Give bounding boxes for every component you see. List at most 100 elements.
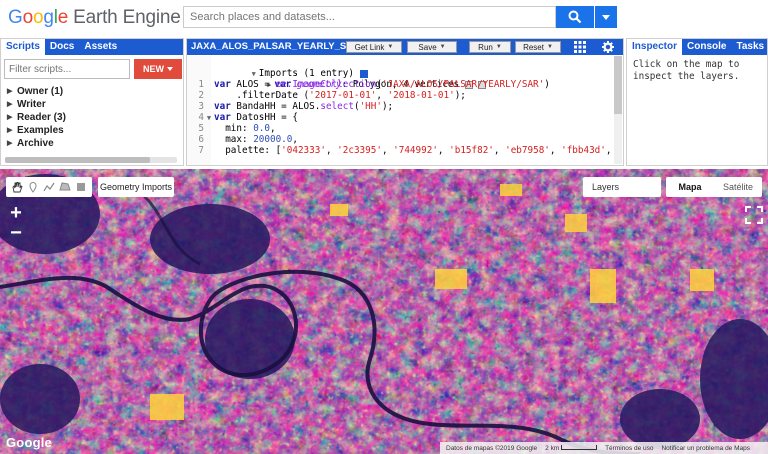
line-number: 1 (198, 79, 204, 90)
expand-arrow-icon: ▶ (7, 127, 13, 134)
zoom-out-button[interactable]: − (6, 223, 26, 244)
code-line[interactable]: 7 palette: ['042333', '2c3395', '744992'… (187, 145, 613, 156)
hand-icon[interactable] (11, 181, 23, 193)
tree-item-examples[interactable]: ▶ Examples (7, 124, 66, 137)
line-icon[interactable] (43, 181, 55, 193)
search-icon (568, 10, 582, 24)
code-token: var (214, 112, 237, 123)
layers-button[interactable]: Layers (583, 177, 661, 197)
tab-docs[interactable]: Docs (45, 39, 79, 55)
code-token: , (493, 145, 506, 156)
filter-scripts-input[interactable] (4, 59, 130, 79)
settings-button[interactable] (601, 40, 615, 54)
expand-arrow-icon: ▶ (7, 101, 13, 108)
chevron-down-icon: ▼ (439, 44, 446, 50)
tree-item-archive[interactable]: ▶ Archive (7, 137, 66, 150)
tab-inspector[interactable]: Inspector (627, 39, 683, 55)
geometry-import-line[interactable]: ▶ var geometry: Polygon, 4 vertices (187, 68, 613, 90)
code-token: '2017-01-01' (309, 90, 377, 101)
search-input[interactable] (183, 6, 556, 28)
code-token: , (292, 134, 298, 145)
gear-icon (602, 41, 614, 53)
scale-bar (561, 445, 598, 451)
expand-arrow-icon: ▶ (7, 140, 13, 147)
tree-item-reader[interactable]: ▶ Reader (3) (7, 111, 66, 124)
run-button[interactable]: Run ▼ (469, 41, 511, 53)
new-button[interactable]: NEW (134, 59, 182, 79)
scrollbar-thumb[interactable] (614, 56, 622, 114)
google-watermark: Google (6, 435, 52, 450)
code-line[interactable]: 4 ▼ var DatosHH = { (187, 112, 613, 123)
map-type-mapa[interactable]: Mapa (666, 177, 714, 197)
code-token: '744992' (393, 145, 438, 156)
code-token: palette: [ (214, 145, 282, 156)
chevron-down-icon (167, 67, 173, 71)
tab-tasks[interactable]: Tasks (731, 39, 767, 55)
new-button-label: NEW (143, 64, 164, 74)
code-token: , (376, 90, 388, 101)
scripts-panel: Scripts Docs Assets NEW ▶ Owner (1) ▶ Writ… (0, 38, 184, 166)
earth-engine-logo[interactable]: Google Earth Engine (8, 7, 181, 29)
map-view[interactable]: Geometry Imports Layers Mapa Satélite + … (0, 169, 768, 454)
polygon-icon[interactable] (59, 181, 71, 193)
search-dropdown-button[interactable] (595, 6, 617, 28)
code-area[interactable]: ▼ Imports (1 entry) ▶ var geometry: Polygo… (187, 56, 613, 165)
horizontal-scrollbar[interactable] (5, 157, 177, 163)
code-line[interactable]: 1 var ALOS = ee.ImageCollection('JAXA/ALO… (187, 79, 613, 90)
fullscreen-icon[interactable] (745, 206, 763, 224)
marker-icon[interactable] (27, 181, 39, 193)
reset-label: Reset (523, 42, 544, 52)
code-token: BandaHH = ALOS. (236, 101, 321, 112)
code-token: ) (544, 79, 550, 90)
script-file-tab[interactable]: JAXA_ALOS_PALSAR_YEARLY_SA... (187, 39, 372, 55)
tab-scripts[interactable]: Scripts (1, 39, 45, 55)
geometry-imports-button[interactable]: Geometry Imports (98, 177, 174, 197)
save-button[interactable]: Save ▼ (407, 41, 457, 53)
drawing-tools (6, 177, 92, 197)
tree-item-writer[interactable]: ▶ Writer (7, 98, 66, 111)
tree-item-label: Reader (3) (17, 112, 66, 123)
reset-button[interactable]: Reset ▼ (515, 41, 561, 53)
code-token: var (214, 101, 237, 112)
tree-item-label: Archive (17, 138, 54, 149)
scrollbar-thumb[interactable] (5, 157, 150, 163)
zoom-in-button[interactable]: + (6, 203, 26, 224)
code-token: 0.0 (253, 123, 270, 134)
search-button[interactable] (556, 6, 594, 28)
tab-assets[interactable]: Assets (79, 39, 122, 55)
tree-item-owner[interactable]: ▶ Owner (1) (7, 85, 66, 98)
tab-console[interactable]: Console (682, 39, 731, 55)
report-problem-link[interactable]: Notificar un problema de Maps (661, 445, 750, 452)
code-token: 20000.0 (253, 134, 293, 145)
editor-vertical-scrollbar[interactable] (614, 56, 622, 164)
imports-line[interactable]: ▼ Imports (1 entry) (187, 57, 613, 79)
code-line[interactable]: 3 var BandaHH = ALOS.select('HH'); (187, 101, 613, 112)
chevron-down-icon: ▼ (495, 44, 502, 50)
top-bar: Google Earth Engine (0, 0, 768, 36)
rectangle-icon[interactable] (75, 181, 87, 193)
code-token: select (320, 101, 354, 112)
scale-indicator[interactable]: 2 km (545, 445, 598, 452)
code-editor-panel: JAXA_ALOS_PALSAR_YEARLY_SA... Get Link ▼ … (186, 38, 624, 166)
line-number: 2 (198, 90, 204, 101)
code-line[interactable]: 2 .filterDate ('2017-01-01', '2018-01-01… (187, 90, 613, 101)
code-token: '042333' (281, 145, 326, 156)
apps-grid-button[interactable] (573, 40, 587, 54)
code-token: , (437, 145, 450, 156)
terms-link[interactable]: Términos de uso (605, 445, 653, 452)
inspector-panel: Inspector Console Tasks Click on the map… (626, 38, 768, 166)
filter-row: NEW (4, 59, 182, 79)
code-token: '2018-01-01' (387, 90, 455, 101)
run-label: Run (478, 42, 493, 52)
code-line[interactable]: 5 min: 0.0, (187, 123, 613, 134)
code-token: 'eb7958' (505, 145, 550, 156)
tree-item-label: Writer (17, 99, 46, 110)
get-link-button[interactable]: Get Link ▼ (346, 41, 402, 53)
code-token: ALOS = (236, 79, 276, 90)
code-token: ); (381, 101, 394, 112)
code-line[interactable]: 6 max: 20000.0, (187, 134, 613, 145)
line-number: 7 (198, 145, 204, 156)
map-type-satelite[interactable]: Satélite (714, 177, 762, 197)
dropdown-icon (602, 14, 610, 20)
map-data-credit: Datos de mapas ©2019 Google (446, 444, 538, 452)
